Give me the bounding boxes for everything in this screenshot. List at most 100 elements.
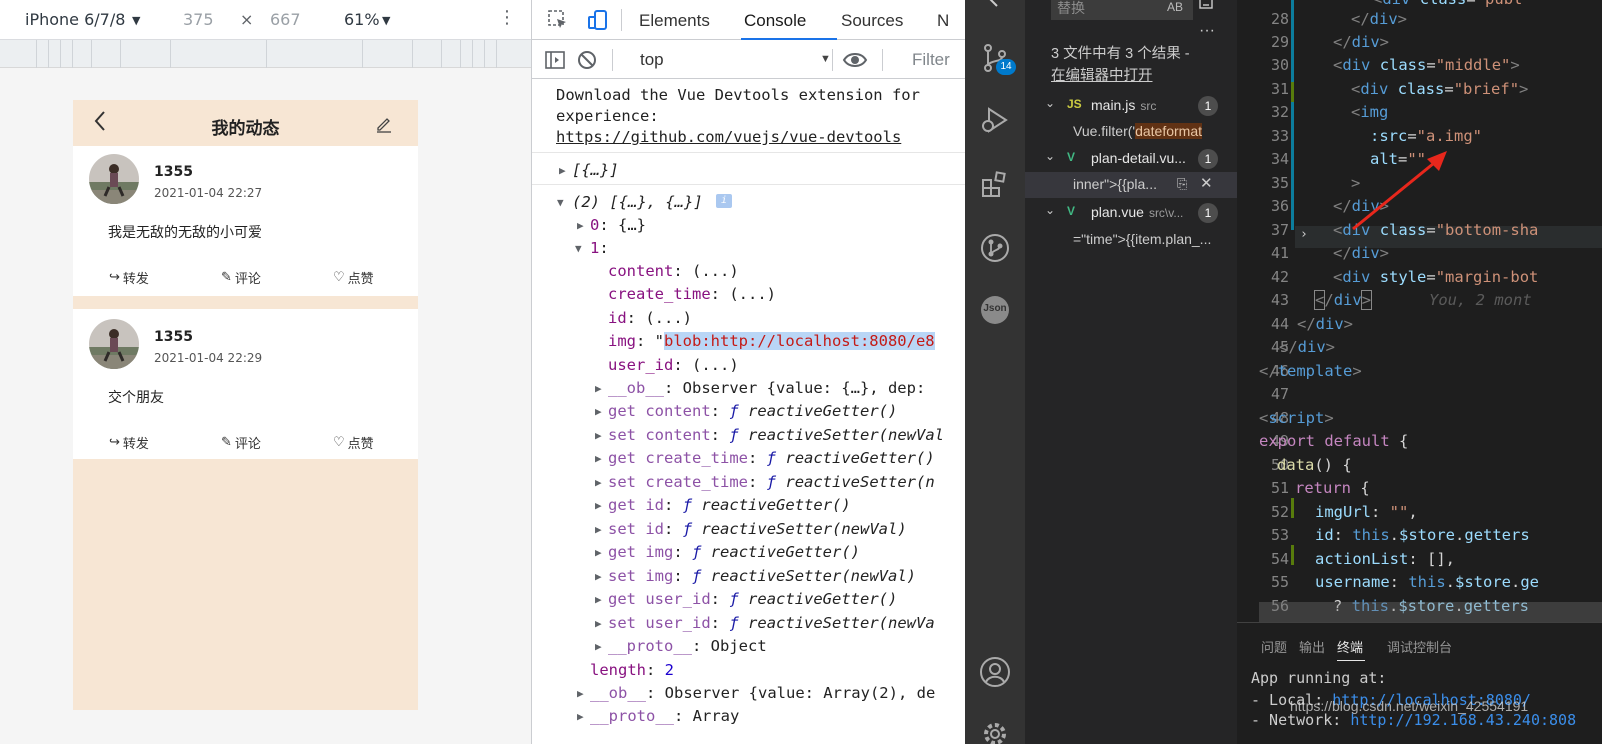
tab-sources[interactable]: Sources (841, 11, 903, 31)
filter-input[interactable]: Filter (912, 50, 950, 70)
result-match[interactable]: Vue.filter('dateformat (1025, 119, 1237, 145)
expand-triangle-icon[interactable]: ▶ (595, 570, 602, 583)
run-debug-icon[interactable] (979, 104, 1011, 136)
expand-triangle-icon[interactable]: ▶ (595, 593, 602, 606)
expand-triangle-icon[interactable]: ▶ (559, 164, 566, 177)
collapse-triangle-icon[interactable]: ▼ (575, 242, 582, 255)
tree-prop[interactable]: __ob__: Observer {value: Array(2), de (590, 683, 935, 703)
width-input[interactable]: 375 (183, 10, 214, 29)
expand-triangle-icon[interactable]: ▶ (595, 405, 602, 418)
like-button[interactable]: ♡ 点赞 (333, 433, 374, 452)
expand-triangle-icon[interactable]: ▶ (577, 219, 584, 232)
accessor[interactable]: get user_id: ƒ reactiveGetter() (608, 589, 897, 609)
share-button[interactable]: ↪ 转发 (109, 433, 149, 452)
expand-triangle-icon[interactable]: ▶ (595, 382, 602, 395)
expand-triangle-icon[interactable]: ▶ (595, 499, 602, 512)
tab-network[interactable]: N (937, 11, 949, 31)
close-icon[interactable]: ✕ (1200, 174, 1213, 192)
tab-terminal[interactable]: 终端 (1337, 637, 1363, 656)
height-input[interactable]: 667 (270, 10, 301, 29)
result-match[interactable]: ="time">{{item.plan_... (1025, 227, 1237, 253)
tab-output[interactable]: 输出 (1299, 637, 1325, 656)
account-icon[interactable] (979, 656, 1011, 688)
heart-icon: ♡ (333, 435, 345, 450)
chevron-right-icon[interactable] (979, 0, 1011, 24)
expand-triangle-icon[interactable]: ▶ (595, 546, 602, 559)
expand-triangle-icon[interactable]: ▶ (595, 429, 602, 442)
tree-entry[interactable]: 1: (590, 238, 609, 258)
avatar[interactable] (89, 319, 139, 369)
sidebar-toggle-icon[interactable] (544, 49, 566, 76)
accessor[interactable]: set img: ƒ reactiveSetter(newVal) (608, 566, 916, 586)
device-emulation-pane: iPhone 6/7/8 ▼ 375 × 667 61% ▼ ⋮ 我的动态 13… (0, 0, 531, 744)
tab-console[interactable]: Console (744, 11, 806, 31)
info-icon[interactable]: i (716, 194, 732, 208)
tab-problems[interactable]: 问题 (1261, 637, 1287, 656)
collapse-triangle-icon[interactable]: ▼ (557, 196, 564, 209)
eye-icon[interactable] (842, 49, 868, 76)
accessor[interactable]: get img: ƒ reactiveGetter() (608, 542, 860, 562)
phone-header: 我的动态 (73, 100, 418, 146)
tree-prop[interactable]: __proto__: Object (608, 636, 767, 656)
git-graph-icon[interactable] (979, 232, 1011, 264)
code-editor[interactable]: › 28 29 30 31 32 33 34 35 36 37 41 42 43… (1237, 0, 1602, 622)
expand-triangle-icon[interactable]: ▶ (577, 687, 584, 700)
tree-prop[interactable]: __proto__: Array (590, 706, 739, 726)
device-select[interactable]: iPhone 6/7/8 (25, 10, 125, 29)
clear-console-icon[interactable] (576, 49, 598, 76)
json-icon[interactable]: Json (979, 294, 1011, 326)
tree-entry[interactable]: 0: {…} (590, 215, 646, 235)
result-file[interactable]: ⌄ V plan.vue src\v... 1 (1025, 200, 1237, 226)
accessor[interactable]: set create_time: ƒ reactiveSetter(n (608, 472, 935, 492)
chevron-down-icon[interactable]: ▼ (382, 14, 390, 27)
settings-gear-icon[interactable] (979, 718, 1011, 744)
accessor[interactable]: get id: ƒ reactiveGetter() (608, 495, 851, 515)
chevron-down-icon[interactable]: ▼ (132, 14, 140, 27)
share-button[interactable]: ↪ 转发 (109, 268, 149, 287)
extensions-icon[interactable] (979, 168, 1011, 200)
more-options-icon[interactable]: ⋮ (498, 7, 516, 28)
result-file[interactable]: ⌄ JS main.js src 1 (1025, 93, 1237, 119)
tree-prop: length: 2 (590, 661, 675, 679)
tab-debug-console[interactable]: 调试控制台 (1387, 637, 1452, 656)
accessor[interactable]: set content: ƒ reactiveSetter(newVal (608, 425, 944, 445)
accessor[interactable]: get create_time: ƒ reactiveGetter() (608, 448, 935, 468)
preserve-case-icon[interactable]: AB (1167, 0, 1183, 14)
accessor[interactable]: set user_id: ƒ reactiveSetter(newVa (608, 613, 935, 633)
log-array[interactable]: (2) [{…}, {…}] (572, 192, 703, 212)
expand-triangle-icon[interactable]: ▶ (577, 710, 584, 723)
edit-icon[interactable] (375, 115, 393, 137)
line-number: 54 (1270, 550, 1289, 568)
like-button[interactable]: ♡ 点赞 (333, 268, 374, 287)
expand-triangle-icon[interactable]: ▶ (595, 476, 602, 489)
accessor[interactable]: get content: ƒ reactiveGetter() (608, 401, 897, 421)
device-toolbar-toggle-icon[interactable] (586, 8, 610, 37)
expand-triangle-icon[interactable]: ▶ (595, 640, 602, 653)
phone-viewport: 我的动态 1355 2021-01-04 22:27 我是无敌的无敌的小可爱 ↪… (73, 100, 418, 710)
log-array[interactable]: [{…}] (572, 160, 619, 180)
accessor[interactable]: set id: ƒ reactiveSetter(newVal) (608, 519, 907, 539)
replace-icon[interactable]: ⎘ (1177, 176, 1187, 192)
replace-all-icon[interactable] (1197, 0, 1215, 17)
tree-prop[interactable]: __ob__: Observer {value: {…}, dep: (608, 378, 925, 398)
zoom-select[interactable]: 61% (344, 10, 380, 29)
avatar[interactable] (89, 154, 139, 204)
comment-button[interactable]: ✎ 评论 (221, 433, 261, 452)
tab-elements[interactable]: Elements (639, 11, 710, 31)
fold-chevron-icon[interactable]: › (1300, 227, 1308, 242)
result-match[interactable]: inner">{{pla... ⎘ ✕ (1025, 172, 1237, 198)
expand-triangle-icon[interactable]: ▶ (595, 617, 602, 630)
result-file[interactable]: ⌄ V plan-detail.vu... 1 (1025, 146, 1237, 172)
comment-button[interactable]: ✎ 评论 (221, 268, 261, 287)
expand-triangle-icon[interactable]: ▶ (595, 452, 602, 465)
inspect-element-icon[interactable] (546, 8, 570, 37)
chevron-down-icon[interactable]: ▼ (820, 53, 831, 65)
post-card: 1355 2021-01-04 22:27 我是无敌的无敌的小可爱 ↪ 转发 ✎ 评… (73, 146, 418, 296)
code-line: data() { (1277, 456, 1352, 474)
more-icon[interactable]: ··· (1199, 22, 1215, 40)
context-select[interactable]: top (640, 50, 664, 70)
devtools-link[interactable]: https://github.com/vuejs/vue-devtools (556, 127, 901, 147)
horizontal-scrollbar[interactable] (1259, 602, 1602, 622)
open-in-editor-link[interactable]: 在编辑器中打开 (1051, 65, 1190, 87)
expand-triangle-icon[interactable]: ▶ (595, 523, 602, 536)
